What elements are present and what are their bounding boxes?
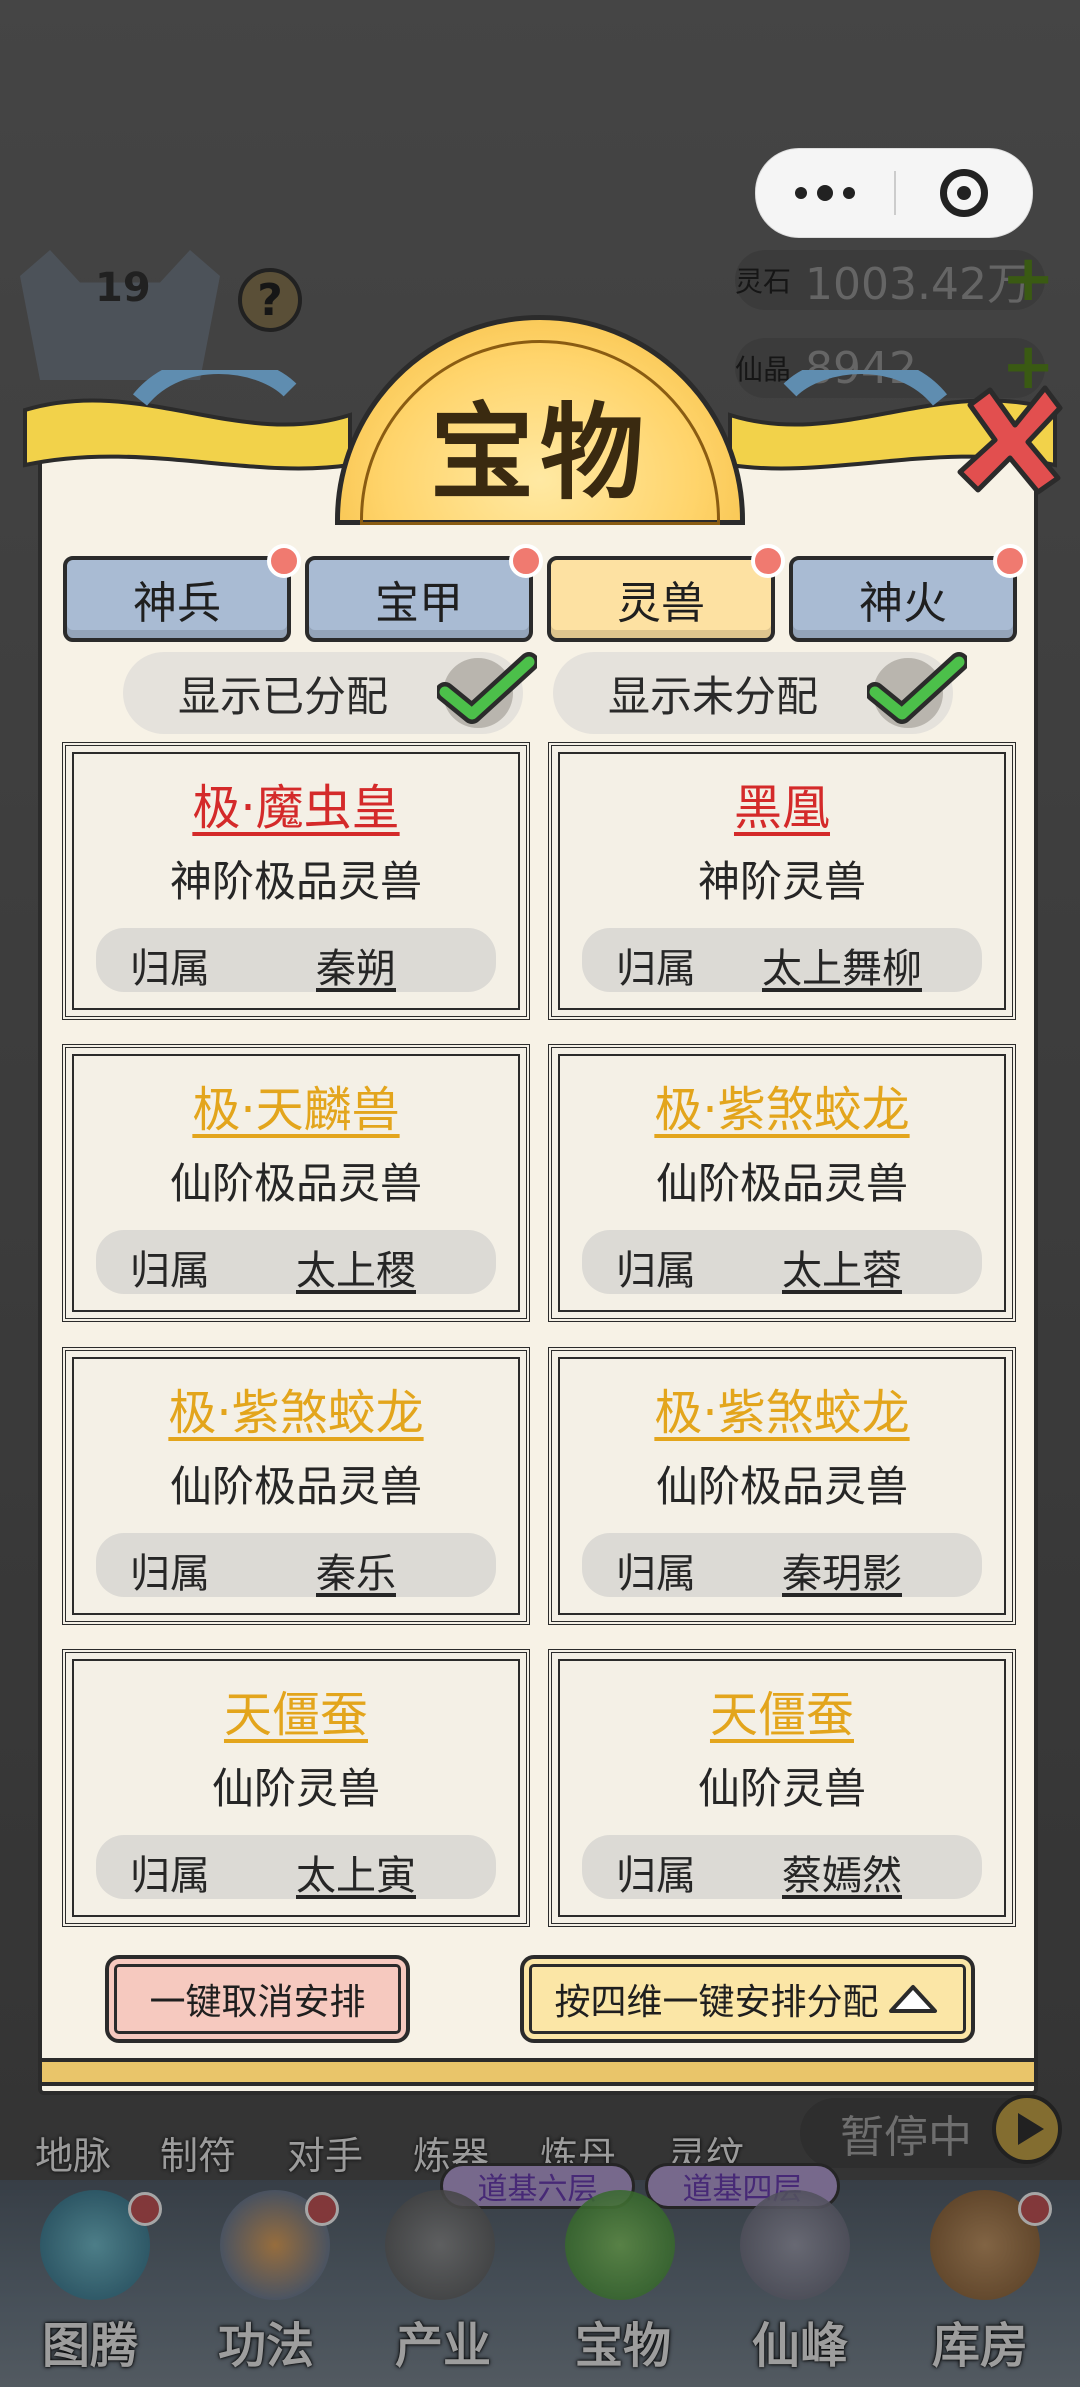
beast-grade: 仙阶极品灵兽 — [169, 1462, 422, 1511]
dialog-bottom-border — [38, 2058, 1038, 2086]
owner-label: 归属 — [616, 1551, 696, 1597]
notification-dot — [267, 544, 301, 578]
owner-name-link[interactable]: 太上舞柳 — [732, 936, 952, 994]
tab-label: 宝甲 — [375, 578, 463, 629]
tab-label: 灵兽 — [617, 578, 705, 629]
owner-row: 归属 秦玥影 — [582, 1533, 982, 1597]
beast-name: 黑凰 — [733, 780, 830, 836]
owner-name-link[interactable]: 太上蓉 — [732, 1238, 952, 1296]
owner-row: 归属 太上寅 — [96, 1835, 496, 1899]
beast-card[interactable]: 极·魔虫皇 神阶极品灵兽 归属 秦朔 — [62, 742, 530, 1020]
toggle-label: 显示未分配 — [608, 671, 819, 721]
owner-name-link[interactable]: 秦朔 — [246, 936, 466, 994]
beast-grade: 仙阶极品灵兽 — [655, 1462, 908, 1511]
owner-row: 归属 太上蓉 — [582, 1230, 982, 1294]
owner-label: 归属 — [130, 946, 210, 992]
beast-grade: 神阶灵兽 — [697, 857, 866, 906]
beast-grade: 神阶极品灵兽 — [169, 857, 422, 906]
beast-card[interactable]: 极·紫煞蛟龙 仙阶极品灵兽 归属 秦乐 — [62, 1347, 530, 1625]
beast-grade: 仙阶灵兽 — [697, 1764, 866, 1813]
more-menu-button[interactable] — [756, 149, 894, 237]
beast-card[interactable]: 天僵蚕 仙阶灵兽 归属 太上寅 — [62, 1649, 530, 1927]
beast-card[interactable]: 极·紫煞蛟龙 仙阶极品灵兽 归属 秦玥影 — [548, 1347, 1016, 1625]
tab-label: 神火 — [859, 578, 947, 629]
owner-name-link[interactable]: 秦乐 — [246, 1541, 466, 1599]
dialog-title: 宝物 — [429, 392, 650, 514]
auto-assign-label: 按四维一键安排分配 — [554, 1982, 879, 2023]
owner-name-link[interactable]: 太上寅 — [246, 1843, 466, 1901]
owner-label: 归属 — [616, 946, 696, 992]
beast-grade: 仙阶灵兽 — [211, 1764, 380, 1813]
cancel-all-label: 一键取消安排 — [149, 1982, 366, 2023]
owner-row: 归属 太上舞柳 — [582, 928, 982, 992]
dot-icon — [843, 187, 855, 199]
owner-row: 归属 秦乐 — [96, 1533, 496, 1597]
beast-card[interactable]: 天僵蚕 仙阶灵兽 归属 蔡嫣然 — [548, 1649, 1016, 1927]
beast-card[interactable]: 极·天麟兽 仙阶极品灵兽 归属 太上稷 — [62, 1044, 530, 1322]
beast-name: 极·天麟兽 — [192, 1082, 400, 1138]
close-icon[interactable] — [950, 380, 1070, 500]
beast-name: 极·紫煞蛟龙 — [168, 1385, 424, 1441]
beast-name: 极·紫煞蛟龙 — [654, 1385, 910, 1441]
checkmark-icon — [437, 652, 537, 728]
beast-card[interactable]: 极·紫煞蛟龙 仙阶极品灵兽 归属 太上蓉 — [548, 1044, 1016, 1322]
owner-row: 归属 蔡嫣然 — [582, 1835, 982, 1899]
tab-armor[interactable]: 宝甲 — [305, 544, 543, 642]
tab-beasts[interactable]: 灵兽 — [547, 544, 785, 642]
beast-grade: 仙阶极品灵兽 — [169, 1159, 422, 1208]
owner-name-link[interactable]: 秦玥影 — [732, 1541, 952, 1599]
owner-label: 归属 — [130, 1551, 210, 1597]
notification-dot — [509, 544, 543, 578]
owner-label: 归属 — [130, 1853, 210, 1899]
cancel-all-button[interactable]: 一键取消安排 — [105, 1955, 410, 2043]
notification-dot — [751, 544, 785, 578]
show-assigned-toggle[interactable]: 显示已分配 — [123, 652, 537, 734]
show-unassigned-toggle[interactable]: 显示未分配 — [553, 652, 967, 734]
owner-label: 归属 — [616, 1248, 696, 1294]
owner-name-link[interactable]: 蔡嫣然 — [732, 1843, 952, 1901]
tab-weapons[interactable]: 神兵 — [63, 544, 301, 642]
owner-row: 归属 太上稷 — [96, 1230, 496, 1294]
tab-label: 神兵 — [133, 578, 221, 629]
dot-icon — [817, 185, 833, 201]
owner-label: 归属 — [616, 1853, 696, 1899]
beast-name: 极·魔虫皇 — [192, 780, 400, 836]
checkmark-icon — [867, 652, 967, 728]
target-icon — [940, 169, 988, 217]
owner-row: 归属 秦朔 — [96, 928, 496, 992]
miniprogram-capsule — [755, 148, 1033, 238]
toggle-label: 显示已分配 — [178, 671, 389, 721]
tab-fire[interactable]: 神火 — [789, 544, 1027, 642]
auto-assign-button[interactable]: 按四维一键安排分配 — [520, 1955, 975, 2043]
owner-name-link[interactable]: 太上稷 — [246, 1238, 466, 1296]
owner-label: 归属 — [130, 1248, 210, 1294]
beast-grade: 仙阶极品灵兽 — [655, 1159, 908, 1208]
notification-dot — [993, 544, 1027, 578]
beast-name: 天僵蚕 — [223, 1687, 368, 1743]
beast-card[interactable]: 黑凰 神阶灵兽 归属 太上舞柳 — [548, 742, 1016, 1020]
exit-miniprogram-button[interactable] — [896, 149, 1032, 237]
dot-icon — [795, 187, 807, 199]
beast-name: 天僵蚕 — [709, 1687, 854, 1743]
triangle-up-icon — [888, 1985, 937, 2013]
beast-name: 极·紫煞蛟龙 — [654, 1082, 910, 1138]
